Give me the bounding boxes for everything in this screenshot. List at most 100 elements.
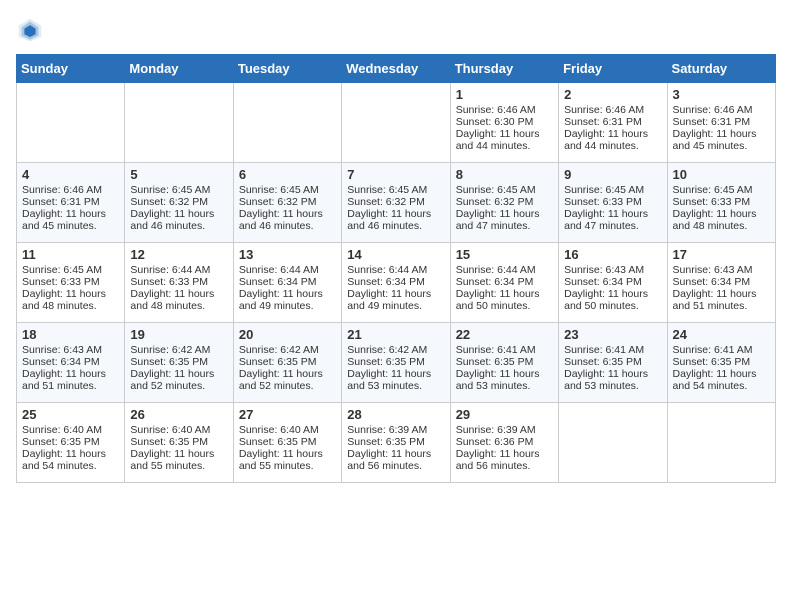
calendar-cell: 23Sunrise: 6:41 AMSunset: 6:35 PMDayligh… [559,323,667,403]
col-header-sunday: Sunday [17,55,125,83]
day-info: Sunrise: 6:43 AM [673,264,770,276]
day-info: Daylight: 11 hours and 55 minutes. [130,448,227,472]
day-number: 16 [564,247,661,262]
calendar-cell: 10Sunrise: 6:45 AMSunset: 6:33 PMDayligh… [667,163,775,243]
calendar-cell [667,403,775,483]
day-info: Sunset: 6:33 PM [564,196,661,208]
day-info: Sunrise: 6:46 AM [456,104,553,116]
day-info: Sunrise: 6:44 AM [347,264,444,276]
day-info: Sunrise: 6:41 AM [564,344,661,356]
day-info: Sunset: 6:34 PM [347,276,444,288]
day-info: Sunrise: 6:42 AM [130,344,227,356]
calendar-cell: 1 Sunrise: 6:46 AMSunset: 6:30 PMDaylight… [450,83,558,163]
day-info: Sunrise: 6:39 AM [456,424,553,436]
day-info: Sunrise: 6:43 AM [22,344,119,356]
calendar-cell: 3Sunrise: 6:46 AMSunset: 6:31 PMDaylight… [667,83,775,163]
day-number: 9 [564,167,661,182]
day-info: Sunset: 6:33 PM [22,276,119,288]
calendar-cell: 29Sunrise: 6:39 AMSunset: 6:36 PMDayligh… [450,403,558,483]
day-number: 13 [239,247,336,262]
day-info: Sunrise: 6:39 AM [347,424,444,436]
calendar-cell: 15Sunrise: 6:44 AMSunset: 6:34 PMDayligh… [450,243,558,323]
day-info: Daylight: 11 hours and 45 minutes. [22,208,119,232]
day-info: Sunset: 6:32 PM [239,196,336,208]
day-info: Sunrise: 6:46 AM [564,104,661,116]
day-info: Sunset: 6:34 PM [239,276,336,288]
day-number: 11 [22,247,119,262]
day-number: 15 [456,247,553,262]
calendar-cell: 9 Sunrise: 6:45 AMSunset: 6:33 PMDaylight… [559,163,667,243]
day-number: 8 [456,167,553,182]
page-header [16,16,776,44]
day-number: 1 [456,87,553,102]
day-info: Sunrise: 6:40 AM [22,424,119,436]
calendar-cell: 27Sunrise: 6:40 AMSunset: 6:35 PMDayligh… [233,403,341,483]
day-info: Sunrise: 6:45 AM [130,184,227,196]
day-number: 20 [239,327,336,342]
calendar-cell [233,83,341,163]
day-info: Sunset: 6:32 PM [130,196,227,208]
day-info: Sunrise: 6:45 AM [564,184,661,196]
col-header-wednesday: Wednesday [342,55,450,83]
day-info: Daylight: 11 hours and 46 minutes. [239,208,336,232]
generalblue-logo-icon [16,16,44,44]
calendar-cell: 19Sunrise: 6:42 AMSunset: 6:35 PMDayligh… [125,323,233,403]
day-info: Daylight: 11 hours and 53 minutes. [456,368,553,392]
day-info: Sunrise: 6:43 AM [564,264,661,276]
calendar-cell [559,403,667,483]
day-number: 4 [22,167,119,182]
calendar-table: SundayMondayTuesdayWednesdayThursdayFrid… [16,54,776,483]
day-info: Sunrise: 6:45 AM [347,184,444,196]
day-info: Sunrise: 6:46 AM [22,184,119,196]
col-header-friday: Friday [559,55,667,83]
calendar-week-row: 4Sunrise: 6:46 AMSunset: 6:31 PMDaylight… [17,163,776,243]
day-info: Sunrise: 6:40 AM [239,424,336,436]
day-info: Sunset: 6:35 PM [673,356,770,368]
day-number: 2 [564,87,661,102]
day-info: Sunset: 6:34 PM [673,276,770,288]
day-info: Sunrise: 6:42 AM [239,344,336,356]
calendar-cell: 8Sunrise: 6:45 AMSunset: 6:32 PMDaylight… [450,163,558,243]
day-info: Daylight: 11 hours and 50 minutes. [456,288,553,312]
day-info: Sunset: 6:35 PM [22,436,119,448]
day-info: Sunset: 6:30 PM [456,116,553,128]
day-info: Daylight: 11 hours and 46 minutes. [347,208,444,232]
day-info: Daylight: 11 hours and 50 minutes. [564,288,661,312]
calendar-cell: 25Sunrise: 6:40 AMSunset: 6:35 PMDayligh… [17,403,125,483]
day-info: Daylight: 11 hours and 54 minutes. [673,368,770,392]
day-number: 28 [347,407,444,422]
calendar-cell: 26Sunrise: 6:40 AMSunset: 6:35 PMDayligh… [125,403,233,483]
day-number: 27 [239,407,336,422]
day-number: 21 [347,327,444,342]
day-info: Daylight: 11 hours and 52 minutes. [239,368,336,392]
day-info: Sunrise: 6:44 AM [456,264,553,276]
calendar-cell [17,83,125,163]
col-header-monday: Monday [125,55,233,83]
day-info: Sunset: 6:33 PM [673,196,770,208]
calendar-week-row: 11Sunrise: 6:45 AMSunset: 6:33 PMDayligh… [17,243,776,323]
calendar-cell: 4Sunrise: 6:46 AMSunset: 6:31 PMDaylight… [17,163,125,243]
day-info: Sunset: 6:35 PM [130,436,227,448]
day-info: Sunrise: 6:44 AM [130,264,227,276]
day-info: Daylight: 11 hours and 49 minutes. [239,288,336,312]
day-info: Sunset: 6:35 PM [347,436,444,448]
calendar-cell: 18Sunrise: 6:43 AMSunset: 6:34 PMDayligh… [17,323,125,403]
day-info: Daylight: 11 hours and 44 minutes. [456,128,553,152]
day-info: Daylight: 11 hours and 52 minutes. [130,368,227,392]
day-info: Sunrise: 6:45 AM [239,184,336,196]
calendar-cell [125,83,233,163]
day-number: 29 [456,407,553,422]
calendar-cell: 2Sunrise: 6:46 AMSunset: 6:31 PMDaylight… [559,83,667,163]
calendar-cell: 11Sunrise: 6:45 AMSunset: 6:33 PMDayligh… [17,243,125,323]
day-info: Sunrise: 6:45 AM [673,184,770,196]
day-info: Sunrise: 6:45 AM [22,264,119,276]
day-info: Daylight: 11 hours and 47 minutes. [564,208,661,232]
day-number: 6 [239,167,336,182]
calendar-week-row: 18Sunrise: 6:43 AMSunset: 6:34 PMDayligh… [17,323,776,403]
calendar-cell: 28Sunrise: 6:39 AMSunset: 6:35 PMDayligh… [342,403,450,483]
day-info: Sunset: 6:35 PM [239,436,336,448]
day-info: Sunset: 6:33 PM [130,276,227,288]
day-info: Daylight: 11 hours and 44 minutes. [564,128,661,152]
day-number: 12 [130,247,227,262]
day-info: Sunrise: 6:46 AM [673,104,770,116]
